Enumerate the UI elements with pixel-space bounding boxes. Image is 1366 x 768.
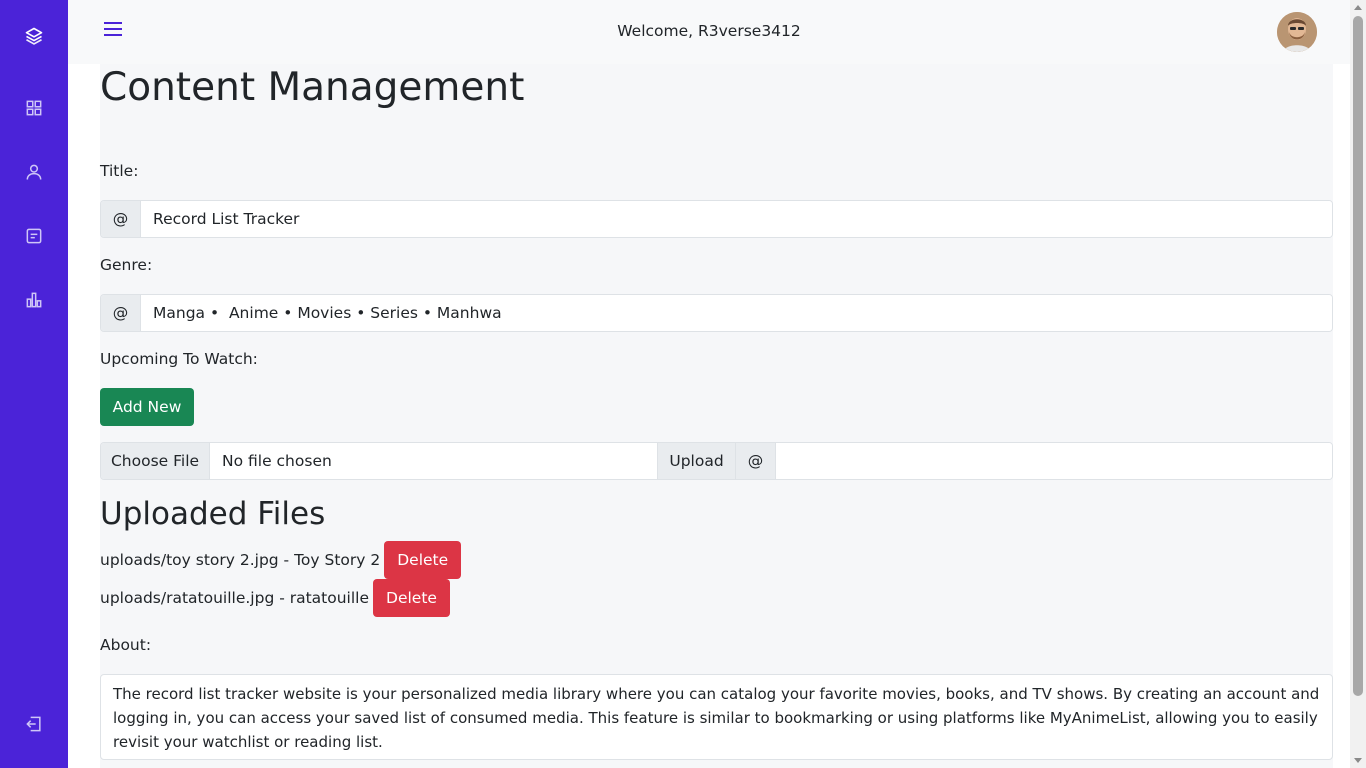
logout-icon[interactable] [22,712,46,736]
about-label: About: [100,636,152,654]
avatar[interactable] [1277,12,1317,52]
layers-icon[interactable] [22,24,46,48]
about-textarea[interactable]: The record list tracker website is your … [100,674,1333,760]
content-area: Content Management Title: @ Genre: @ Upc… [100,64,1333,768]
title-input-group: @ [100,200,1333,238]
file-status: No file chosen [210,443,658,479]
genre-label: Genre: [100,256,153,274]
upload-at-addon: @ [736,443,776,479]
choose-file-button[interactable]: Choose File [101,443,210,479]
title-label: Title: [100,162,139,180]
genre-input[interactable] [141,295,1332,331]
upcoming-label: Upcoming To Watch: [100,350,258,368]
user-icon[interactable] [22,160,46,184]
top-navbar: Welcome, R3verse3412 [68,0,1350,64]
delete-button[interactable]: Delete [384,541,462,579]
title-at-addon: @ [101,201,141,237]
uploaded-file-item: uploads/toy story 2.jpg - Toy Story 2 De… [100,541,462,579]
title-input[interactable] [141,201,1332,237]
scroll-down-arrow-icon[interactable] [1354,758,1362,763]
scrollbar[interactable] [1350,0,1366,768]
upload-name-input[interactable] [776,443,1332,479]
scroll-up-arrow-icon[interactable] [1354,5,1362,10]
dashboard-grid-icon[interactable] [22,96,46,120]
uploaded-file-text: uploads/toy story 2.jpg - Toy Story 2 [100,551,381,569]
welcome-text: Welcome, R3verse3412 [617,22,801,40]
bar-chart-icon[interactable] [22,288,46,312]
add-new-button[interactable]: Add New [100,388,194,426]
page-title: Content Management [100,65,525,110]
genre-at-addon: @ [101,295,141,331]
file-upload-group: Choose File No file chosen Upload @ [100,442,1333,480]
uploaded-files-heading: Uploaded Files [100,496,326,532]
delete-button[interactable]: Delete [373,579,450,617]
uploaded-file-item: uploads/ratatouille.jpg - ratatouille De… [100,579,450,617]
sidebar [0,0,68,768]
uploaded-file-text: uploads/ratatouille.jpg - ratatouille [100,589,370,607]
document-icon[interactable] [22,224,46,248]
genre-input-group: @ [100,294,1333,332]
upload-button[interactable]: Upload [658,443,736,479]
scrollbar-thumb[interactable] [1353,16,1363,696]
